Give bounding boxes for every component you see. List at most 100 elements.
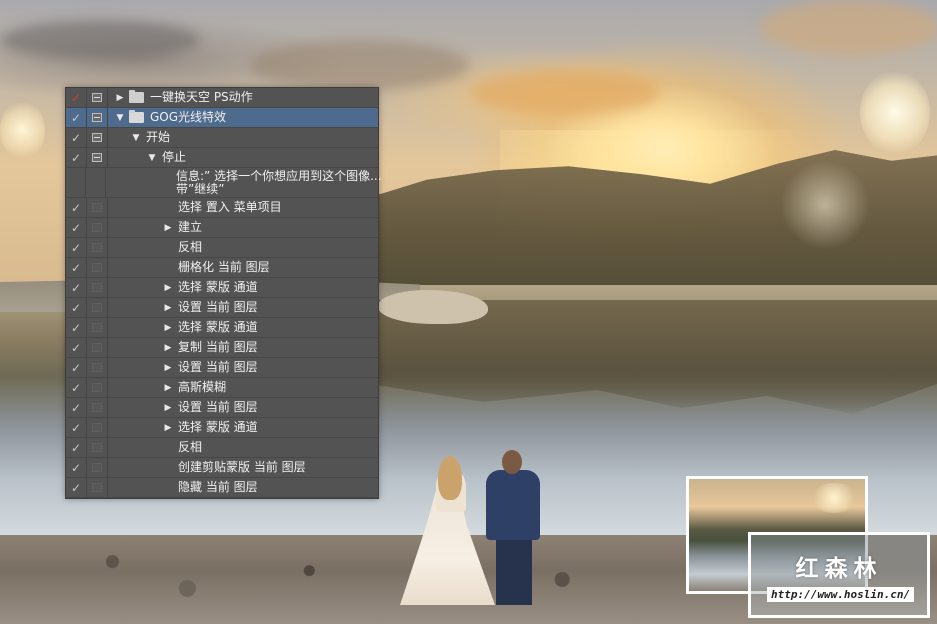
action-toggle-column[interactable]: ✓ [66,478,87,497]
dialog-icon[interactable] [92,133,102,142]
action-row[interactable]: ✓ 反相 [66,238,378,258]
dialog-toggle-column[interactable] [87,378,108,397]
action-row[interactable]: ✓ 栅格化 当前 图层 [66,258,378,278]
dialog-toggle-column[interactable] [87,278,108,297]
dialog-icon[interactable] [92,323,102,332]
dialog-icon[interactable] [92,93,102,102]
action-toggle-column[interactable]: ✓ [66,88,87,107]
checkmark-icon[interactable]: ✓ [71,342,81,354]
dialog-icon[interactable] [92,223,102,232]
dialog-toggle-column[interactable] [87,318,108,337]
checkmark-icon[interactable]: ✓ [71,242,81,254]
checkmark-icon[interactable]: ✓ [71,302,81,314]
action-row[interactable]: ✓ ▶ 设置 当前 图层 [66,398,378,418]
action-toggle-column[interactable]: ✓ [66,108,87,127]
dialog-toggle-column[interactable] [87,238,108,257]
checkmark-icon[interactable]: ✓ [71,322,81,334]
action-row[interactable]: ✓ ▶ 复制 当前 图层 [66,338,378,358]
action-toggle-column[interactable]: ✓ [66,458,87,477]
action-row[interactable]: ✓ ▶ 建立 [66,218,378,238]
expand-triangle-icon[interactable]: ▶ [162,423,174,433]
dialog-toggle-column[interactable] [87,358,108,377]
checkmark-icon[interactable]: ✓ [71,282,81,294]
checkmark-icon[interactable]: ✓ [71,382,81,394]
dialog-icon[interactable] [92,423,102,432]
expand-triangle-icon[interactable]: ▶ [162,343,174,353]
dialog-icon[interactable] [92,113,102,122]
checkmark-icon[interactable]: ✓ [71,442,81,454]
expand-triangle-icon[interactable]: ▶ [162,363,174,373]
dialog-icon[interactable] [92,383,102,392]
checkmark-icon[interactable]: ✓ [71,422,81,434]
checkmark-icon[interactable]: ✓ [71,362,81,374]
action-row[interactable]: ✓ 选择 置入 菜单项目 [66,198,378,218]
action-toggle-column[interactable]: ✓ [66,378,87,397]
action-row[interactable]: ✓ 隐藏 当前 图层 [66,478,378,498]
expand-triangle-icon[interactable]: ▶ [162,283,174,293]
action-toggle-column[interactable]: ✓ [66,298,87,317]
dialog-toggle-column[interactable] [87,438,108,457]
action-toggle-column[interactable]: ✓ [66,238,87,257]
action-toggle-column[interactable]: ✓ [66,258,87,277]
actions-panel[interactable]: ✓ ▶ 一键换天空 PS动作 ✓ ▼ GOG光线特效 ✓ ▼ 开始 ✓ ▼ 停止 信息:” 选择一个你想… [65,87,382,499]
checkmark-icon[interactable]: ✓ [71,92,81,104]
dialog-toggle-column[interactable] [87,108,108,127]
action-row[interactable]: ✓ 反相 [66,438,378,458]
checkmark-icon[interactable]: ✓ [71,402,81,414]
dialog-icon[interactable] [92,153,102,162]
expand-triangle-icon[interactable]: ▶ [162,223,174,233]
dialog-toggle-column[interactable] [87,418,108,437]
action-toggle-column[interactable]: ✓ [66,418,87,437]
expand-triangle-icon[interactable]: ▶ [162,303,174,313]
dialog-icon[interactable] [92,263,102,272]
dialog-icon[interactable] [92,463,102,472]
action-toggle-column[interactable] [66,168,86,197]
action-toggle-column[interactable]: ✓ [66,278,87,297]
checkmark-icon[interactable]: ✓ [71,202,81,214]
action-toggle-column[interactable]: ✓ [66,338,87,357]
checkmark-icon[interactable]: ✓ [71,132,81,144]
action-row[interactable]: ✓ ▶ 选择 蒙版 通道 [66,418,378,438]
dialog-toggle-column[interactable] [87,258,108,277]
checkmark-icon[interactable]: ✓ [71,152,81,164]
action-toggle-column[interactable]: ✓ [66,318,87,337]
dialog-toggle-column[interactable] [87,148,108,167]
dialog-icon[interactable] [92,243,102,252]
dialog-icon[interactable] [92,483,102,492]
action-toggle-column[interactable]: ✓ [66,398,87,417]
dialog-toggle-column[interactable] [87,298,108,317]
action-row[interactable]: ✓ ▶ 选择 蒙版 通道 [66,318,378,338]
dialog-toggle-column[interactable] [86,168,106,197]
dialog-toggle-column[interactable] [87,198,108,217]
action-toggle-column[interactable]: ✓ [66,198,87,217]
action-row[interactable]: ✓ ▼ 开始 [66,128,378,148]
dialog-icon[interactable] [92,343,102,352]
expand-triangle-icon[interactable]: ▶ [162,383,174,393]
action-row[interactable]: ✓ ▶ 一键换天空 PS动作 [66,88,378,108]
expand-triangle-icon[interactable]: ▶ [162,403,174,413]
expand-triangle-icon[interactable]: ▶ [162,323,174,333]
dialog-icon[interactable] [92,203,102,212]
dialog-icon[interactable] [92,283,102,292]
dialog-toggle-column[interactable] [87,338,108,357]
action-toggle-column[interactable]: ✓ [66,148,87,167]
action-row[interactable]: ✓ ▶ 设置 当前 图层 [66,358,378,378]
action-row[interactable]: ✓ 创建剪贴蒙版 当前 图层 [66,458,378,478]
dialog-toggle-column[interactable] [87,478,108,497]
dialog-icon[interactable] [92,363,102,372]
collapse-triangle-icon[interactable]: ▼ [114,113,126,123]
action-row[interactable]: ✓ ▶ 选择 蒙版 通道 [66,278,378,298]
dialog-toggle-column[interactable] [87,458,108,477]
action-row[interactable]: ✓ ▼ 停止 [66,148,378,168]
action-toggle-column[interactable]: ✓ [66,128,87,147]
dialog-icon[interactable] [92,403,102,412]
dialog-toggle-column[interactable] [87,128,108,147]
dialog-toggle-column[interactable] [87,88,108,107]
dialog-toggle-column[interactable] [87,398,108,417]
expand-triangle-icon[interactable]: ▶ [114,93,126,103]
action-row[interactable]: ✓ ▼ GOG光线特效 [66,108,378,128]
action-row[interactable]: ✓ ▶ 设置 当前 图层 [66,298,378,318]
checkmark-icon[interactable]: ✓ [71,482,81,494]
collapse-triangle-icon[interactable]: ▼ [130,133,142,143]
action-row[interactable]: ✓ ▶ 高斯模糊 [66,378,378,398]
